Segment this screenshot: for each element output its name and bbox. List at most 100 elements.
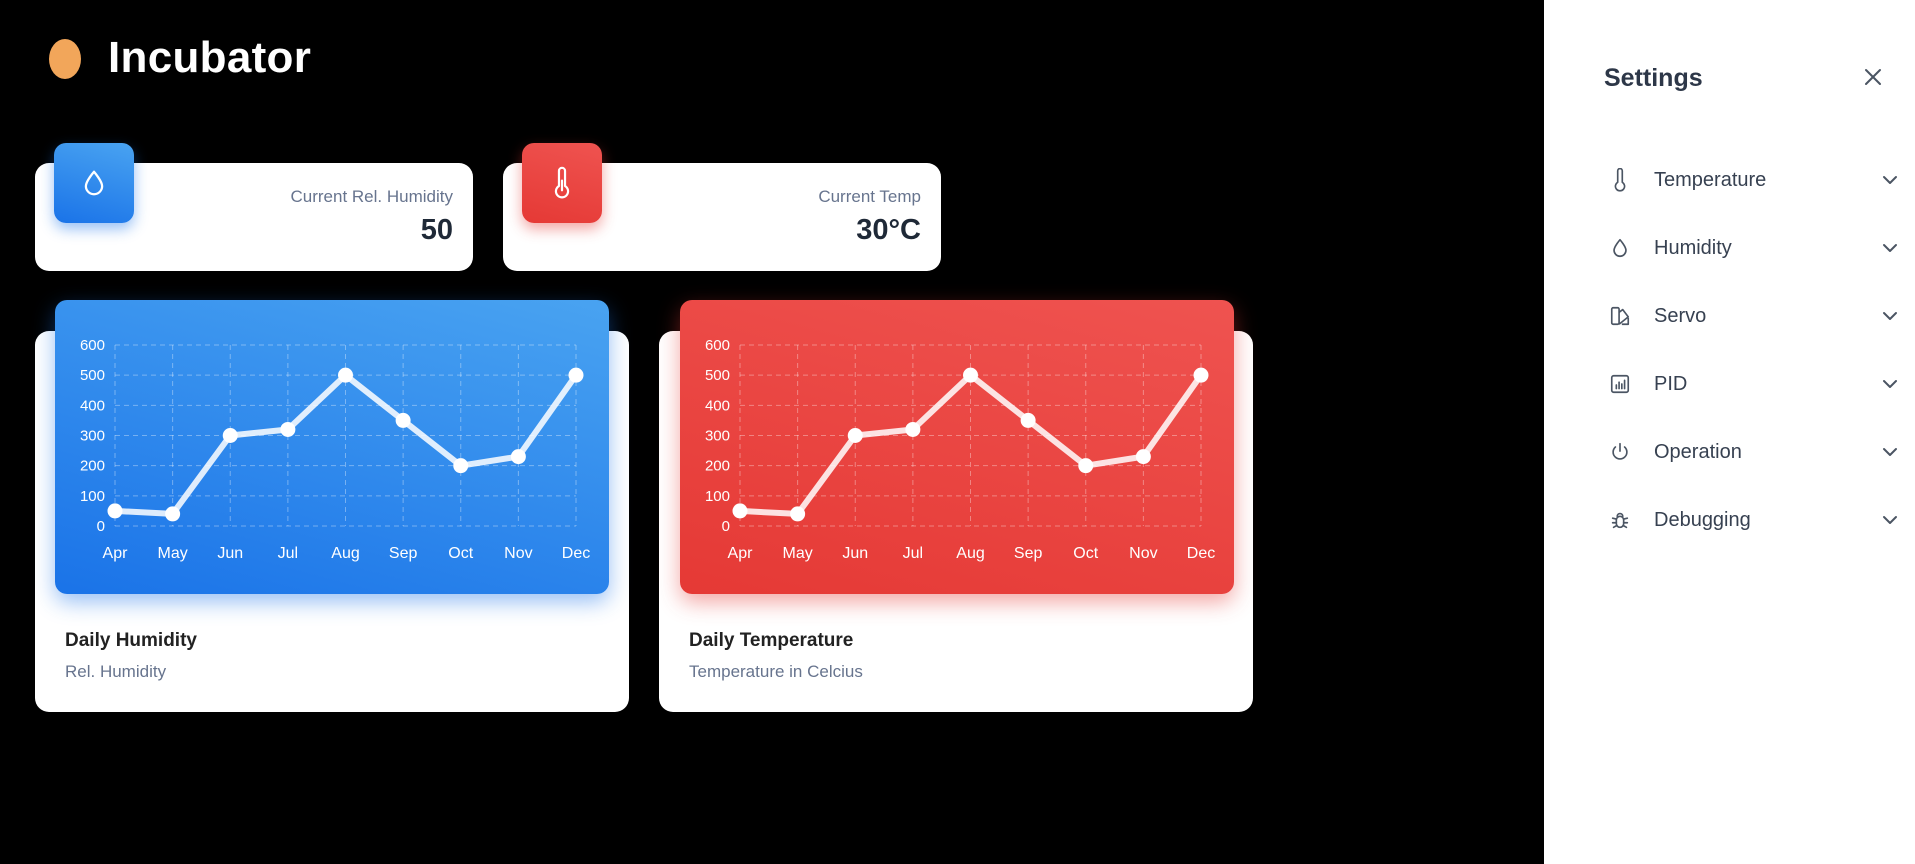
data-point[interactable]: [847, 428, 863, 443]
bar-chart-icon: [1608, 372, 1632, 396]
settings-item-label: Servo: [1654, 304, 1707, 327]
x-tick-label: Jul: [903, 545, 923, 562]
humidity-stat-label: Current Rel. Humidity: [290, 187, 454, 206]
settings-list: Temperature Humidity Servo PID Operation…: [1544, 146, 1915, 554]
app-title: Incubator: [108, 33, 312, 82]
settings-item-label: Operation: [1654, 440, 1742, 463]
x-tick-label: Apr: [728, 545, 754, 562]
thermometer-icon: [1608, 168, 1632, 192]
droplet-icon: [84, 170, 104, 196]
data-point[interactable]: [905, 421, 921, 437]
settings-item-humidity[interactable]: Humidity: [1544, 214, 1915, 282]
settings-close-button[interactable]: [1862, 66, 1884, 88]
data-point[interactable]: [1020, 412, 1036, 428]
data-point[interactable]: [1078, 458, 1094, 474]
settings-title: Settings: [1604, 64, 1703, 92]
x-tick-label: Dec: [562, 545, 590, 562]
chevron-down-icon: [1879, 169, 1901, 191]
y-tick-label: 200: [80, 458, 105, 475]
y-tick-label: 400: [705, 397, 730, 414]
droplet-icon: [1608, 236, 1632, 260]
temperature-chart-subtitle: Temperature in Celcius: [689, 662, 863, 681]
settings-item-label: Debugging: [1654, 508, 1751, 531]
humidity-stat-card: Current Rel. Humidity 50: [35, 143, 473, 271]
y-tick-label: 300: [80, 428, 105, 445]
data-point[interactable]: [1135, 449, 1151, 465]
y-tick-label: 400: [80, 397, 105, 414]
x-tick-label: Nov: [1129, 545, 1157, 562]
y-tick-label: 500: [705, 367, 730, 384]
settings-item-operation[interactable]: Operation: [1544, 418, 1915, 486]
chevron-down-icon: [1879, 509, 1901, 531]
settings-panel: Settings Temperature Humidity Servo PID …: [1544, 0, 1915, 864]
x-tick-label: Jul: [278, 545, 298, 562]
x-tick-label: Dec: [1187, 545, 1215, 562]
humidity-chart-subtitle: Rel. Humidity: [65, 662, 167, 681]
temperature-chart-title: Daily Temperature: [689, 630, 854, 651]
humidity-stat-icon-box: [54, 143, 134, 223]
temperature-stat-label: Current Temp: [818, 187, 921, 206]
x-tick-label: May: [158, 545, 188, 562]
data-point[interactable]: [732, 503, 748, 519]
x-tick-label: Sep: [389, 545, 418, 562]
x-tick-label: Apr: [103, 545, 129, 562]
settings-item-label: PID: [1654, 372, 1688, 395]
chevron-down-icon: [1879, 237, 1901, 259]
x-tick-label: Jun: [217, 545, 243, 562]
settings-item-servo[interactable]: Servo: [1544, 282, 1915, 350]
app-header: Incubator: [48, 33, 312, 82]
temperature-stat-icon-box: [522, 143, 602, 223]
data-point[interactable]: [963, 367, 978, 383]
x-tick-label: Oct: [1073, 545, 1098, 562]
close-icon: [1865, 69, 1881, 85]
chevron-down-icon: [1879, 373, 1901, 395]
x-tick-label: Sep: [1014, 545, 1043, 562]
y-tick-label: 100: [705, 488, 730, 505]
data-point[interactable]: [790, 506, 806, 522]
data-point[interactable]: [1193, 367, 1209, 383]
temperature-stat-value: 30°C: [856, 214, 921, 246]
data-point[interactable]: [568, 367, 584, 383]
y-tick-label: 600: [705, 337, 730, 354]
temperature-chart-card: 0 100 200 300 400 500 600 Apr May Jun Jul Aug Sep Oct…: [659, 300, 1253, 712]
bug-icon: [1608, 508, 1632, 532]
settings-item-debugging[interactable]: Debugging: [1544, 486, 1915, 554]
data-point[interactable]: [280, 421, 296, 437]
egg-icon: [49, 39, 81, 79]
settings-item-label: Humidity: [1654, 236, 1732, 259]
temperature-line-chart: 0 100 200 300 400 500 600 Apr May Jun Jul Aug Sep Oct…: [705, 337, 1215, 562]
data-point[interactable]: [395, 412, 411, 428]
temperature-stat-card: Current Temp 30°C: [503, 143, 941, 271]
humidity-line-chart: 0 100 200 300 400 500 600 Apr May Jun Jul Aug Sep Oct…: [80, 337, 590, 562]
humidity-chart-plot: 0 100 200 300 400 500 600 Apr May Jun Jul Aug Sep Oct…: [55, 300, 609, 594]
chevron-down-icon: [1879, 441, 1901, 463]
power-icon: [1608, 440, 1632, 464]
data-point[interactable]: [222, 428, 238, 443]
thermometer-icon: [554, 166, 570, 199]
humidity-chart-card: 0 100 200 300 400 500 600 Apr May Jun Jul Aug Sep Oct…: [35, 300, 629, 712]
y-tick-label: 600: [80, 337, 105, 354]
data-point[interactable]: [510, 449, 526, 465]
settings-item-label: Temperature: [1654, 168, 1767, 191]
settings-item-pid[interactable]: PID: [1544, 350, 1915, 418]
x-tick-label: Oct: [448, 545, 473, 562]
y-tick-label: 0: [97, 518, 105, 535]
servo-icon: [1608, 304, 1632, 328]
x-tick-label: May: [783, 545, 813, 562]
y-tick-label: 500: [80, 367, 105, 384]
data-point[interactable]: [107, 503, 123, 519]
y-tick-label: 200: [705, 458, 730, 475]
chevron-down-icon: [1879, 305, 1901, 327]
data-point[interactable]: [165, 506, 181, 522]
x-tick-label: Jun: [842, 545, 868, 562]
y-tick-label: 300: [705, 428, 730, 445]
data-point[interactable]: [338, 367, 353, 383]
x-tick-label: Nov: [504, 545, 532, 562]
y-tick-label: 0: [722, 518, 730, 535]
data-point[interactable]: [453, 458, 469, 474]
humidity-chart-title: Daily Humidity: [65, 630, 197, 651]
x-tick-label: Aug: [331, 545, 359, 562]
temperature-chart-plot: 0 100 200 300 400 500 600 Apr May Jun Jul Aug Sep Oct…: [680, 300, 1234, 594]
y-tick-label: 100: [80, 488, 105, 505]
settings-item-temperature[interactable]: Temperature: [1544, 146, 1915, 214]
